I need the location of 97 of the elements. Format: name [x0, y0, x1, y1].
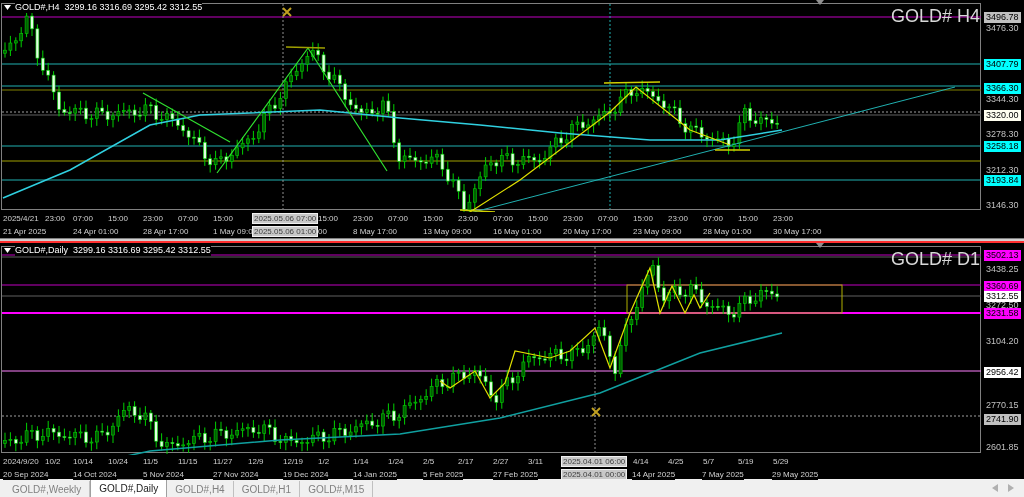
price-axis-label: 3104.20: [986, 336, 1019, 347]
time-axis-label: 14 Apr 2025: [632, 469, 676, 480]
time-axis-label: 07:00: [598, 213, 619, 224]
time-axis-label: 2/27: [493, 456, 509, 467]
time-axis-label: 23:00: [458, 213, 479, 224]
time-axis-label: 2024/9/20: [3, 456, 39, 467]
time-axis-label: 15:00: [633, 213, 654, 224]
time-axis-label: 21 Apr 2025: [3, 226, 47, 237]
time-axis-label: 5 Nov 2024: [143, 469, 184, 480]
time-axis-label: 20 May 17:00: [563, 226, 612, 237]
price-tag: 3496.78: [984, 12, 1021, 23]
price-axis-label: 3476.30: [986, 23, 1019, 34]
time-axis-label: 5 Feb 2025: [423, 469, 464, 480]
time-axis-label: 07:00: [703, 213, 724, 224]
time-axis-label: 23 May 09:00: [633, 226, 682, 237]
price-tag: 3258.18: [984, 141, 1021, 152]
chart-title: GOLD# H4: [890, 6, 980, 26]
chart-tab[interactable]: GOLD#,H1: [233, 481, 301, 497]
price-axis-label: 2770.15: [986, 400, 1019, 411]
time-axis-label: 5/19: [738, 456, 754, 467]
time-axis-label: 4/25: [668, 456, 684, 467]
crosshair-time-tag: 2025.05.06 07:00: [252, 213, 319, 224]
time-axis-label: 15:00: [738, 213, 759, 224]
time-axis-label: 20 Sep 2024: [3, 469, 49, 480]
time-axis-label: 16 May 01:00: [493, 226, 542, 237]
price-axis-label: 3146.30: [986, 200, 1019, 211]
price-axis-label: 2601.85: [986, 442, 1019, 453]
time-axis-label: 27 Feb 2025: [493, 469, 538, 480]
time-axis-label: 14 Oct 2024: [73, 469, 117, 480]
time-axis-label: 29 May 2025: [772, 469, 819, 480]
time-axis-label: 24 Apr 01:00: [73, 226, 119, 237]
time-axis-label: 07:00: [178, 213, 199, 224]
chart-title: GOLD# D1: [890, 249, 980, 269]
time-axis-label: 4/14: [633, 456, 649, 467]
time-axis-label: 15:00: [318, 213, 339, 224]
time-axis-label: 23:00: [668, 213, 689, 224]
time-axis-label: 5/7: [703, 456, 715, 467]
time-axis-label: 00: [318, 226, 327, 237]
time-axis-label: 5/29: [773, 456, 789, 467]
price-tag: 2956.42: [984, 367, 1021, 378]
chart-tab[interactable]: GOLD#,Daily: [90, 479, 168, 497]
time-axis-label: 1/2: [318, 456, 330, 467]
price-tag: 3407.79: [984, 59, 1021, 70]
time-axis-label: 27 Nov 2024: [213, 469, 259, 480]
time-axis-label: 2/17: [458, 456, 474, 467]
price-tag: 3366.30: [984, 83, 1021, 94]
time-axis-label: 3/11: [528, 456, 543, 467]
time-axis-label: 30 May 17:00: [773, 226, 822, 237]
time-axis-label: 10/14: [73, 456, 94, 467]
time-axis-label: 11/15: [178, 456, 198, 467]
time-axis-label: 13 May 09:00: [423, 226, 472, 237]
time-axis-label: 15:00: [423, 213, 444, 224]
price-axis-label: 3212.30: [986, 165, 1019, 176]
chart-header: GOLD#,Daily 3299.16 3316.69 3295.42 3312.55: [15, 245, 211, 256]
time-axis-label: 23:00: [773, 213, 794, 224]
price-axis-label: 3278.30: [986, 129, 1019, 140]
time-axis-label: 1/24: [388, 456, 404, 467]
time-axis-label: 14 Jan 2025: [353, 469, 398, 480]
chart-header: GOLD#,H4 3299.16 3316.69 3295.42 3312.55: [15, 2, 203, 13]
price-tag: 3231.58: [984, 308, 1021, 319]
chart-tab[interactable]: GOLD#,H4: [167, 481, 234, 497]
time-axis-label: 15:00: [213, 213, 234, 224]
price-tag: 3320.00: [984, 110, 1021, 121]
crosshair-time-tag: 2025.04.01 06:00: [561, 456, 628, 467]
time-axis-label: 12/19: [283, 456, 304, 467]
price-tag: 3502.13: [984, 250, 1021, 261]
time-axis-label: 23:00: [45, 213, 66, 224]
price-tag: 3312.55: [984, 291, 1021, 302]
time-axis-label: 19 Dec 2024: [283, 469, 329, 480]
price-axis-label: 3272.50: [986, 300, 1019, 310]
time-axis-label: 8 May 17:00: [353, 226, 398, 237]
time-axis-label: 23:00: [353, 213, 374, 224]
time-axis-label: 10/2: [45, 456, 61, 467]
time-axis-label: 11/5: [143, 456, 158, 467]
price-axis-label: 3344.30: [986, 94, 1019, 105]
time-axis-label: 10/24: [108, 456, 129, 467]
time-axis-label: 07:00: [73, 213, 94, 224]
time-axis-label: 28 May 01:00: [703, 226, 752, 237]
price-tag: 2741.90: [984, 414, 1021, 425]
time-axis-label: 12/9: [248, 456, 264, 467]
time-axis-label: 15:00: [528, 213, 549, 224]
price-tag: 3193.84: [984, 175, 1021, 186]
time-axis-label: 15:00: [108, 213, 129, 224]
time-axis-label: 1 May 09:0: [213, 226, 253, 237]
time-axis-label: 07:00: [388, 213, 409, 224]
time-axis-label: 1/14: [353, 456, 369, 467]
time-axis-label: 2025/4/21: [3, 213, 39, 224]
time-axis-label: 11/27: [213, 456, 233, 467]
time-axis-label: 7 May 2025: [702, 469, 744, 480]
time-axis-label: 2/5: [423, 456, 435, 467]
price-axis-label: 3438.25: [986, 264, 1019, 275]
chart-tab[interactable]: GOLD#,M15: [300, 481, 374, 497]
time-axis-label: 28 Apr 17:00: [143, 226, 189, 237]
time-axis-label: 23:00: [563, 213, 584, 224]
time-axis-label: 23:00: [143, 213, 164, 224]
time-axis-label: 07:00: [493, 213, 514, 224]
crosshair-time-tag: 2025.05.06 01:00: [252, 226, 319, 237]
